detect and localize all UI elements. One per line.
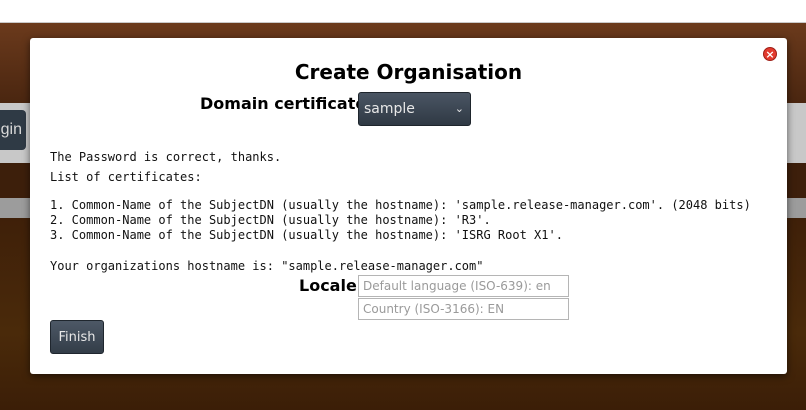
create-organisation-dialog: × Create Organisation Domain certificate… [30,38,787,374]
finish-button[interactable]: Finish [50,320,104,354]
default-language-input[interactable] [358,275,569,297]
country-input[interactable] [358,298,569,320]
background-login-button: gin [0,110,26,150]
certificate-list-item: 2. Common-Name of the SubjectDN (usually… [50,213,491,227]
browser-top-bar [0,0,806,23]
locale-label: Locale: [299,276,364,295]
certificate-list: 1. Common-Name of the SubjectDN (usually… [50,198,751,243]
domain-certificate-select[interactable]: sample ⌄ [358,92,471,126]
certificate-list-item: 3. Common-Name of the SubjectDN (usually… [50,228,563,242]
domain-certificate-selected-value: sample [364,101,415,117]
certificate-list-item: 1. Common-Name of the SubjectDN (usually… [50,198,751,212]
chevron-down-icon: ⌄ [454,102,464,115]
domain-certificate-label: Domain certificate: [200,94,373,113]
certificate-list-heading: List of certificates: [50,170,202,184]
dialog-title: Create Organisation [294,60,523,84]
close-icon[interactable]: × [763,47,777,61]
hostname-message: Your organizations hostname is: "sample.… [50,259,484,273]
password-message: The Password is correct, thanks. [50,150,282,164]
